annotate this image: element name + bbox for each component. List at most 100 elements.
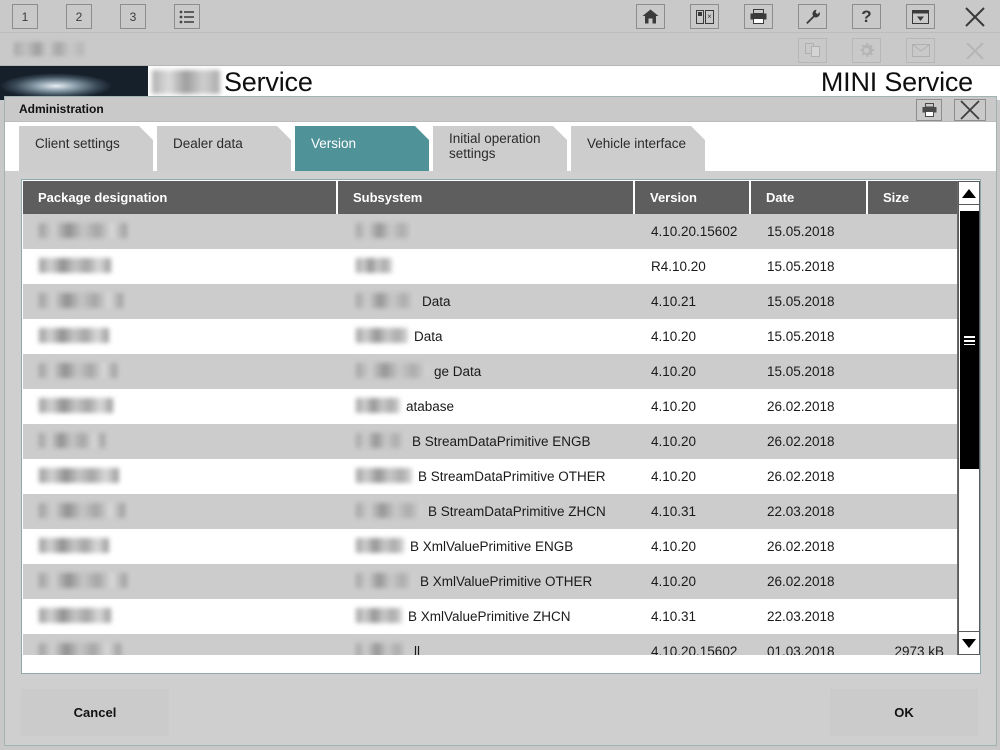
table-row[interactable]: B StreamDataPrimitive OTHER 4.10.20 26.02.… <box>23 459 958 494</box>
table-row[interactable]: 4.10.20.15602 15.05.2018 <box>23 214 958 249</box>
tab-label: Client settings <box>35 136 120 151</box>
close-button[interactable] <box>960 38 989 63</box>
session-2-button[interactable]: 2 <box>66 4 92 29</box>
cell-size <box>868 249 958 284</box>
dialog-print-button[interactable] <box>916 99 942 121</box>
tab-label: Version <box>311 136 357 151</box>
redacted-package-designation <box>39 468 119 483</box>
brand-right-title: MINI Service <box>820 67 973 97</box>
administration-dialog: Administration Client settings Dealer da… <box>4 96 997 746</box>
settings-button[interactable] <box>852 38 881 63</box>
cell-size <box>868 494 958 529</box>
copy-document-button[interactable] <box>798 38 827 63</box>
ok-label: OK <box>894 705 914 720</box>
scroll-track[interactable] <box>958 205 980 631</box>
table-row[interactable]: ge Data 4.10.20 15.05.2018 <box>23 354 958 389</box>
minimize-button[interactable] <box>906 4 935 29</box>
redacted-subsystem-prefix <box>356 538 404 553</box>
cell-date: 26.02.2018 <box>767 434 835 449</box>
tab-client-settings[interactable]: Client settings <box>19 126 153 171</box>
tools-button[interactable] <box>798 4 827 29</box>
table-row[interactable]: atabase 4.10.20 26.02.2018 <box>23 389 958 424</box>
tab-label: Vehicle interface <box>587 136 687 151</box>
tab-vehicle-interface[interactable]: Vehicle interface <box>571 126 705 171</box>
print-button[interactable] <box>744 4 773 29</box>
minimize-tray-icon <box>912 9 929 24</box>
cell-subsystem: B StreamDataPrimitive ENGB <box>412 434 591 449</box>
close-x-icon <box>959 100 981 120</box>
table-row[interactable]: B XmlValuePrimitive ZHCN 4.10.31 22.03.201… <box>23 599 958 634</box>
envelope-icon <box>911 44 930 57</box>
help-button[interactable]: ? <box>852 4 881 29</box>
close-session-button[interactable]: × <box>690 4 719 29</box>
cell-version: 4.10.20 <box>651 364 697 379</box>
dialog-close-button[interactable] <box>954 99 986 121</box>
table-row[interactable]: ll 4.10.20.15602 01.03.2018 2973 kB <box>23 634 958 655</box>
vertical-scrollbar[interactable] <box>957 181 980 655</box>
cell-date: 26.02.2018 <box>767 399 835 414</box>
redacted-package-designation <box>39 363 117 378</box>
column-header-size[interactable]: Size <box>868 181 958 214</box>
cell-date: 22.03.2018 <box>767 609 835 624</box>
tab-dealer-data[interactable]: Dealer data <box>157 126 291 171</box>
scroll-down-button[interactable] <box>958 631 980 655</box>
printer-icon <box>922 103 937 117</box>
table-header-row: Package designation Subsystem Version Da… <box>23 181 958 214</box>
exit-button[interactable] <box>960 4 989 29</box>
scroll-thumb[interactable] <box>960 211 979 469</box>
cell-size <box>868 529 958 564</box>
redacted-package-designation <box>39 573 127 588</box>
cell-subsystem: B StreamDataPrimitive OTHER <box>418 469 606 484</box>
list-icon <box>179 10 195 24</box>
table-row[interactable]: Data 4.10.21 15.05.2018 <box>23 284 958 319</box>
cell-subsystem: B XmlValuePrimitive OTHER <box>420 574 593 589</box>
cell-size <box>868 284 958 319</box>
cell-size <box>868 319 958 354</box>
ok-button[interactable]: OK <box>830 689 978 736</box>
table-row[interactable]: B XmlValuePrimitive ENGB 4.10.20 26.02.201… <box>23 529 958 564</box>
table-row[interactable]: B StreamDataPrimitive ENGB 4.10.20 26.02.2… <box>23 424 958 459</box>
copy-document-icon <box>804 43 821 58</box>
tab-label-line1: Initial operation <box>449 131 541 146</box>
gear-icon <box>858 42 875 59</box>
session-3-button[interactable]: 3 <box>120 4 146 29</box>
table-row[interactable]: R4.10.20 15.05.2018 <box>23 249 958 284</box>
redacted-session-label <box>14 42 84 56</box>
tab-initial-operation-settings[interactable]: Initial operation settings <box>433 126 567 171</box>
tab-version[interactable]: Version <box>295 126 429 171</box>
cell-subsystem: atabase <box>406 399 455 414</box>
redacted-package-designation <box>39 328 109 343</box>
cell-size <box>868 389 958 424</box>
session-3-label: 3 <box>129 9 137 24</box>
cell-date: 15.05.2018 <box>767 294 835 309</box>
cancel-button[interactable]: Cancel <box>21 689 169 736</box>
column-header-package-designation[interactable]: Package designation <box>23 181 338 214</box>
version-table-panel: Package designation Subsystem Version Da… <box>21 179 981 674</box>
redacted-package-designation <box>39 538 109 553</box>
redacted-subsystem-prefix <box>356 363 428 378</box>
table-body[interactable]: 4.10.20.15602 15.05.2018 R4.10.20 15.05.201… <box>23 214 958 655</box>
close-document-icon: × <box>695 9 714 24</box>
column-header-subsystem[interactable]: Subsystem <box>338 181 635 214</box>
cell-version: 4.10.20 <box>651 539 697 554</box>
scroll-up-button[interactable] <box>958 181 980 205</box>
redacted-package-designation <box>39 398 113 413</box>
table-row[interactable]: B StreamDataPrimitive ZHCN 4.10.31 22.03.2… <box>23 494 958 529</box>
cell-version: 4.10.31 <box>651 504 697 519</box>
wrench-icon <box>805 9 821 25</box>
cell-date: 15.05.2018 <box>767 259 835 274</box>
table-row[interactable]: B XmlValuePrimitive OTHER 4.10.20 26.02.20… <box>23 564 958 599</box>
table-row[interactable]: Data 4.10.20 15.05.2018 <box>23 319 958 354</box>
home-button[interactable] <box>636 4 665 29</box>
cell-size <box>868 424 958 459</box>
session-1-button[interactable]: 1 <box>12 4 38 29</box>
triangle-down-icon <box>962 638 976 648</box>
session-1-label: 1 <box>21 9 29 24</box>
cell-subsystem: ge Data <box>434 364 482 379</box>
cell-version: 4.10.20 <box>651 574 697 589</box>
cell-date: 15.05.2018 <box>767 364 835 379</box>
column-header-version[interactable]: Version <box>635 181 751 214</box>
mail-button[interactable] <box>906 38 935 63</box>
task-list-button[interactable] <box>174 4 200 29</box>
column-header-date[interactable]: Date <box>751 181 868 214</box>
